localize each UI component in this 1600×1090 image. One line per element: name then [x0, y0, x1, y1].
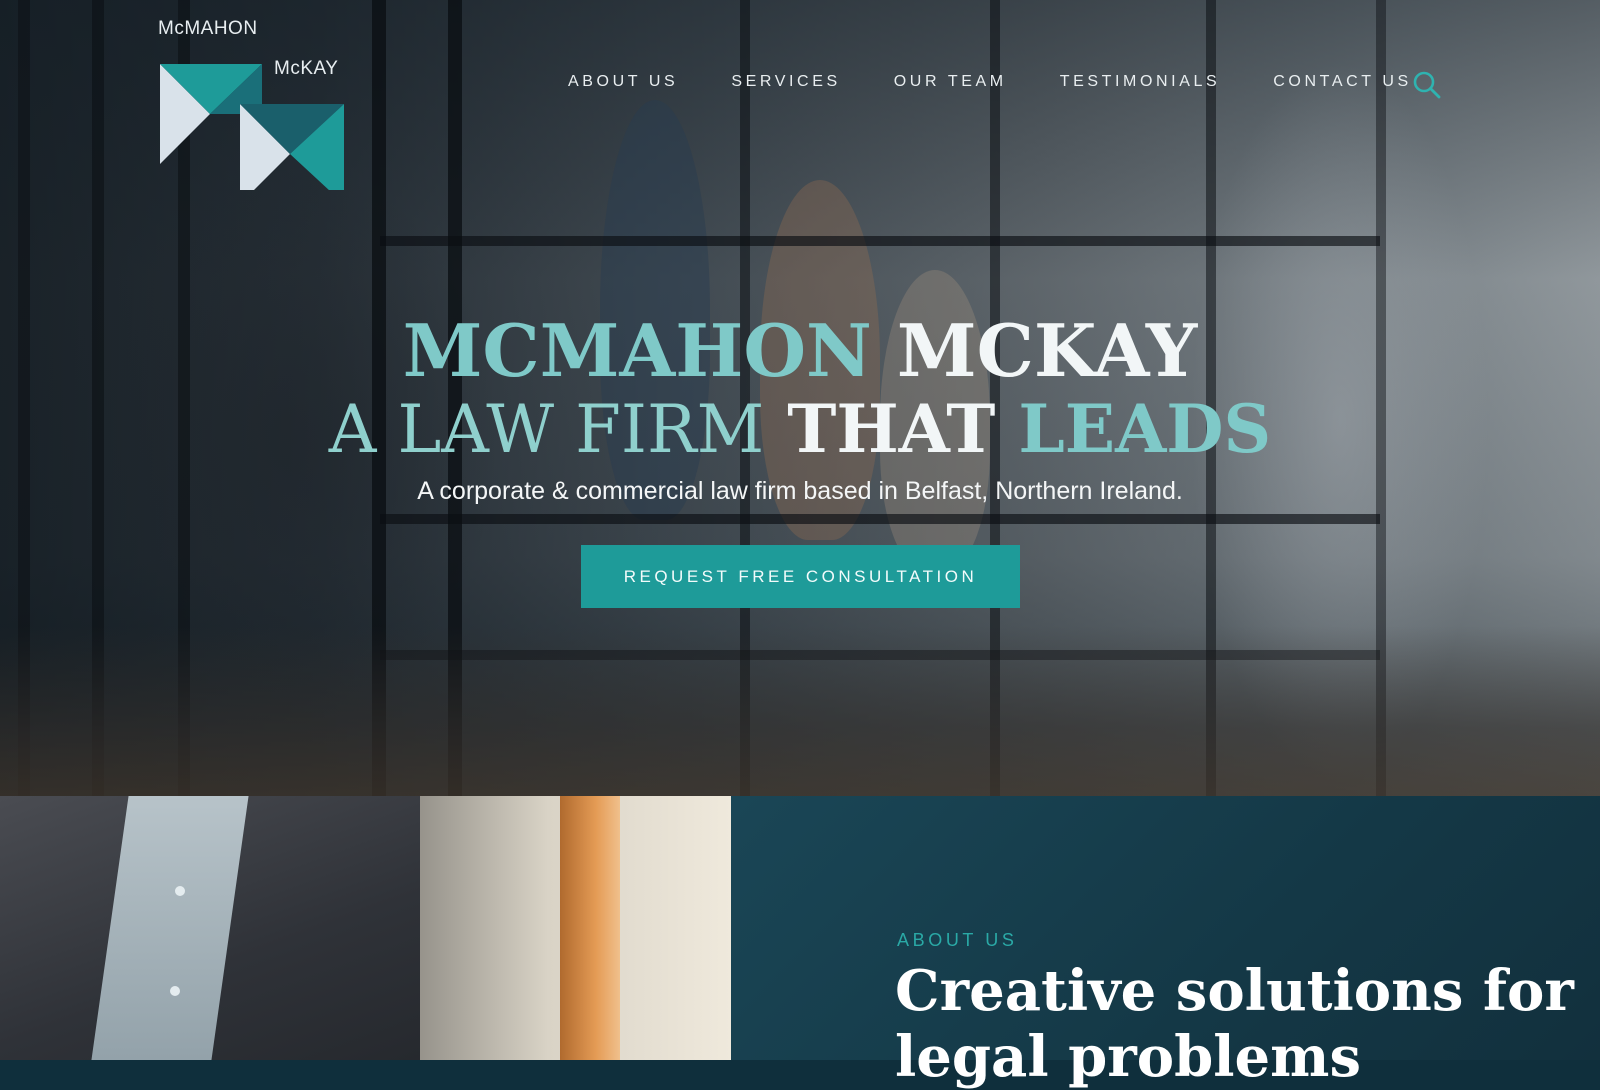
hero-title-a-law-firm: A LAW FIRM: [328, 391, 765, 468]
window-light: [560, 796, 620, 1060]
nav-contact-us[interactable]: CONTACT US: [1273, 73, 1412, 91]
logo-mark-icon: [160, 64, 344, 190]
logo-wordmark-line1: McMAHON: [158, 18, 258, 39]
hero-title-line2: A LAW FIRM THAT LEADS: [0, 390, 1600, 468]
hero-title-mcmahon: MCMAHON: [402, 308, 872, 393]
about-image: [0, 796, 731, 1060]
glass-frame: [380, 514, 1380, 524]
hero-title-line1: MCMAHON MCKAY: [0, 308, 1600, 393]
hero-title-mckay: MCKAY: [896, 308, 1198, 393]
search-icon[interactable]: [1412, 70, 1442, 100]
hero-title-leads: LEADS: [1018, 390, 1272, 468]
hero-title-that: THAT: [787, 390, 996, 468]
request-consultation-button[interactable]: REQUEST FREE CONSULTATION: [581, 545, 1020, 608]
hero-floor: [0, 626, 1600, 796]
shirt-button: [170, 986, 180, 996]
glass-frame: [380, 236, 1380, 246]
shirt-button: [175, 886, 185, 896]
about-heading: Creative solutions for legal problems: [895, 958, 1574, 1090]
nav-about-us[interactable]: ABOUT US: [568, 73, 678, 91]
about-label: ABOUT US: [897, 930, 1018, 950]
brand-logo[interactable]: McMAHON McKAY: [158, 18, 348, 190]
main-nav: ABOUT US SERVICES OUR TEAM TESTIMONIALS …: [568, 73, 1465, 91]
hero-subtitle: A corporate & commercial law firm based …: [417, 477, 1183, 505]
nav-testimonials[interactable]: TESTIMONIALS: [1060, 73, 1221, 91]
nav-our-team[interactable]: OUR TEAM: [894, 73, 1007, 91]
nav-services[interactable]: SERVICES: [731, 73, 840, 91]
hero-section: McMAHON McKAY ABOUT US SERVICES OUR TEAM…: [0, 0, 1600, 796]
about-section: ABOUT US Creative solutions for legal pr…: [731, 796, 1600, 1090]
